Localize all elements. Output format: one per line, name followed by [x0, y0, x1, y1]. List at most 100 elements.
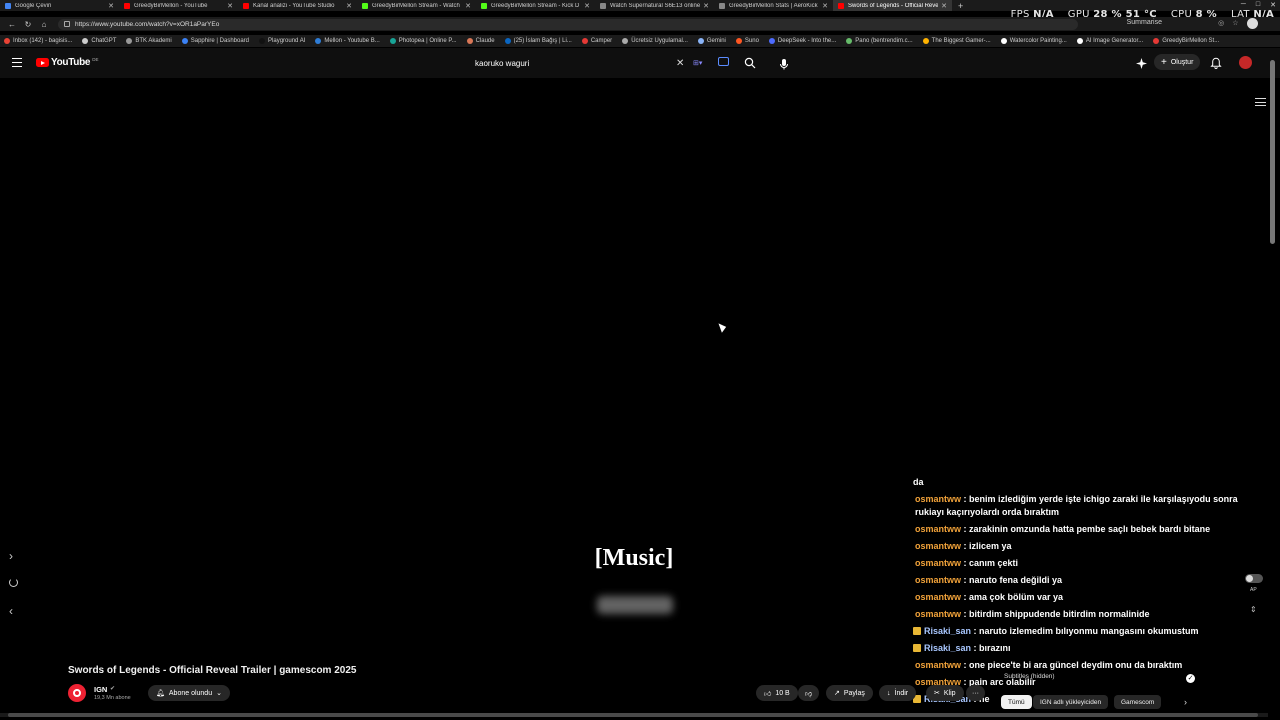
- bookmark-item[interactable]: Ücretsiz Uygulamal...: [622, 38, 688, 44]
- chat-menu-icon[interactable]: [1255, 98, 1266, 109]
- tab-close-icon[interactable]: ✕: [941, 2, 947, 10]
- bookmark-item[interactable]: Watercolor Painting...: [1000, 38, 1067, 44]
- maximize-icon[interactable]: □: [1256, 1, 1260, 8]
- browser-tab[interactable]: Kanal analizi - YouTube Studio ✕: [238, 0, 357, 11]
- bookmark-item[interactable]: Photopea | Online P...: [389, 38, 457, 44]
- chat-username: Risaki_san: [924, 643, 972, 653]
- bookmark-favicon-icon: [1000, 38, 1007, 44]
- more-actions-button[interactable]: ···: [966, 685, 985, 701]
- tab-favicon-icon: [5, 2, 11, 9]
- share-icon: ↗: [834, 690, 840, 697]
- bookmark-label: ChatGPT: [91, 38, 117, 44]
- menu-icon[interactable]: [12, 58, 22, 70]
- bookmark-item[interactable]: AI Image Generator...: [1076, 38, 1144, 44]
- bookmark-label: Ücretsiz Uygulamal...: [631, 38, 688, 44]
- translate-icon[interactable]: ⊞▾: [693, 59, 702, 67]
- star-icon[interactable]: ☆: [1232, 19, 1238, 27]
- tab-close-icon[interactable]: ✕: [703, 2, 709, 10]
- bookmark-item[interactable]: GreedyBirMellon St...: [1153, 38, 1219, 44]
- browser-tab[interactable]: GreedyBirMellon Stream - Kick D ✕: [476, 0, 595, 11]
- bookmark-item[interactable]: Pano (bentrendim.c...: [846, 38, 913, 44]
- url-bar[interactable]: https://www.youtube.com/watch?v=xOR1aPar…: [58, 18, 1078, 30]
- channel-avatar[interactable]: [68, 684, 86, 702]
- chat-message: osmantww : naruto fena değildi ya: [913, 574, 1253, 587]
- tab-close-icon[interactable]: ✕: [108, 2, 114, 10]
- chevron-right-icon[interactable]: ›: [1184, 697, 1187, 707]
- share-button[interactable]: ↗ Paylaş: [826, 685, 873, 701]
- tab-title: GreedyBirMellon Stream - Watch: [372, 2, 460, 9]
- reload-icon[interactable]: ↻: [20, 20, 36, 29]
- browser-tab[interactable]: Swords of Legends - Official Reve ✕: [833, 0, 952, 11]
- bookmark-item[interactable]: The Biggest Gamer-...: [922, 38, 991, 44]
- browser-tab[interactable]: GreedyBirMellon - YouTube ✕: [119, 0, 238, 11]
- home-icon[interactable]: ⌂: [36, 20, 52, 29]
- bookmark-item[interactable]: (25) İslam Bağış | Li...: [504, 38, 572, 44]
- browser-tab[interactable]: Google Çeviri ✕: [0, 0, 119, 11]
- bookmark-item[interactable]: ChatGPT: [82, 38, 116, 44]
- bookmark-item[interactable]: Playground AI: [259, 38, 305, 44]
- clip-button[interactable]: ✂ Klip: [926, 685, 964, 701]
- summarise-button[interactable]: Summarise: [1127, 19, 1162, 26]
- bookmark-item[interactable]: Mellon - Youtube B...: [315, 38, 380, 44]
- user-avatar[interactable]: [1239, 56, 1252, 69]
- new-tab-button[interactable]: +: [952, 1, 969, 11]
- bookmark-label: AI Image Generator...: [1085, 38, 1144, 44]
- create-button[interactable]: + Oluştur: [1154, 54, 1201, 70]
- filter-chip-gamescom[interactable]: Gamescom: [1114, 695, 1162, 709]
- back-icon[interactable]: ←: [4, 20, 20, 29]
- like-button[interactable]: 👍︎ 10 B: [756, 685, 798, 701]
- close-window-icon[interactable]: ✕: [1270, 1, 1276, 9]
- filter-chip-from-uploader[interactable]: IGN adlı yükleyiciden: [1033, 695, 1109, 709]
- bookmark-favicon-icon: [697, 38, 704, 44]
- sparkle-icon[interactable]: [1136, 58, 1147, 69]
- minimize-icon[interactable]: ─: [1241, 1, 1246, 8]
- tab-close-icon[interactable]: ✕: [465, 2, 471, 10]
- browser-tab[interactable]: Watch Supernatural S6E13 online ✕: [595, 0, 714, 11]
- tab-title: Swords of Legends - Official Reve: [848, 2, 939, 9]
- tab-close-icon[interactable]: ✕: [584, 2, 590, 10]
- page-scrollbar[interactable]: [1270, 60, 1275, 244]
- bookmark-favicon-icon: [4, 38, 10, 44]
- horizontal-scrollbar[interactable]: [0, 713, 1268, 717]
- clear-search-icon[interactable]: ✕: [676, 58, 684, 69]
- browser-tab[interactable]: GreedyBirMellon Stats | AeroKick ✕: [714, 0, 833, 11]
- chevron-left-icon[interactable]: ‹: [9, 604, 13, 618]
- microphone-icon[interactable]: [777, 57, 791, 71]
- download-button[interactable]: ↓ İndir: [879, 685, 917, 701]
- browser-tab[interactable]: GreedyBirMellon Stream - Watch ✕: [357, 0, 476, 11]
- subscribed-button[interactable]: 🔔︎ Abone olundu ⌄: [148, 685, 230, 701]
- bookmark-item[interactable]: Camper: [581, 38, 612, 44]
- bookmark-item[interactable]: DeepSeek - Into the...: [768, 38, 836, 44]
- scissors-icon: ✂: [934, 690, 940, 697]
- tab-title: Google Çeviri: [15, 2, 52, 9]
- chevron-right-icon[interactable]: ›: [9, 549, 13, 563]
- check-icon[interactable]: ✓: [1186, 674, 1195, 683]
- bookmark-favicon-icon: [622, 38, 629, 44]
- filter-chip-all[interactable]: Tümü: [1001, 695, 1032, 709]
- notifications-bell-icon[interactable]: [1210, 57, 1222, 69]
- chat-text: : ama çok bölüm var ya: [961, 592, 1064, 602]
- search-icon[interactable]: [744, 57, 756, 69]
- chat-message: osmantww : one piece'te bi ara güncel de…: [913, 659, 1253, 672]
- bookmark-item[interactable]: Suno: [735, 38, 759, 44]
- keyboard-icon[interactable]: [718, 57, 729, 66]
- refresh-icon[interactable]: [9, 578, 18, 587]
- dislike-button[interactable]: 👎︎: [798, 685, 820, 701]
- bookmark-item[interactable]: Inbox (142) - bagisis...: [4, 38, 72, 44]
- chat-text: : naruto fena değildi ya: [961, 575, 1063, 585]
- channel-name[interactable]: IGN: [94, 685, 107, 694]
- tab-close-icon[interactable]: ✕: [346, 2, 352, 10]
- site-info-icon[interactable]: [64, 21, 70, 27]
- extension-icon[interactable]: ◎: [1218, 19, 1224, 27]
- bookmark-item[interactable]: Claude: [466, 38, 495, 44]
- youtube-logo[interactable]: YouTube DE: [36, 57, 98, 68]
- chat-text: : one piece'te bi ara güncel deydim onu …: [961, 660, 1183, 670]
- bookmark-item[interactable]: Gemini: [697, 38, 726, 44]
- bookmark-label: Pano (bentrendim.c...: [855, 38, 913, 44]
- bookmark-item[interactable]: Sapphire | Dashboard: [181, 38, 249, 44]
- chat-username: osmantww: [915, 524, 962, 534]
- tab-close-icon[interactable]: ✕: [227, 2, 233, 10]
- tab-close-icon[interactable]: ✕: [822, 2, 828, 10]
- browser-profile-avatar[interactable]: [1247, 18, 1258, 29]
- bookmark-item[interactable]: BTK Akademi: [126, 38, 172, 44]
